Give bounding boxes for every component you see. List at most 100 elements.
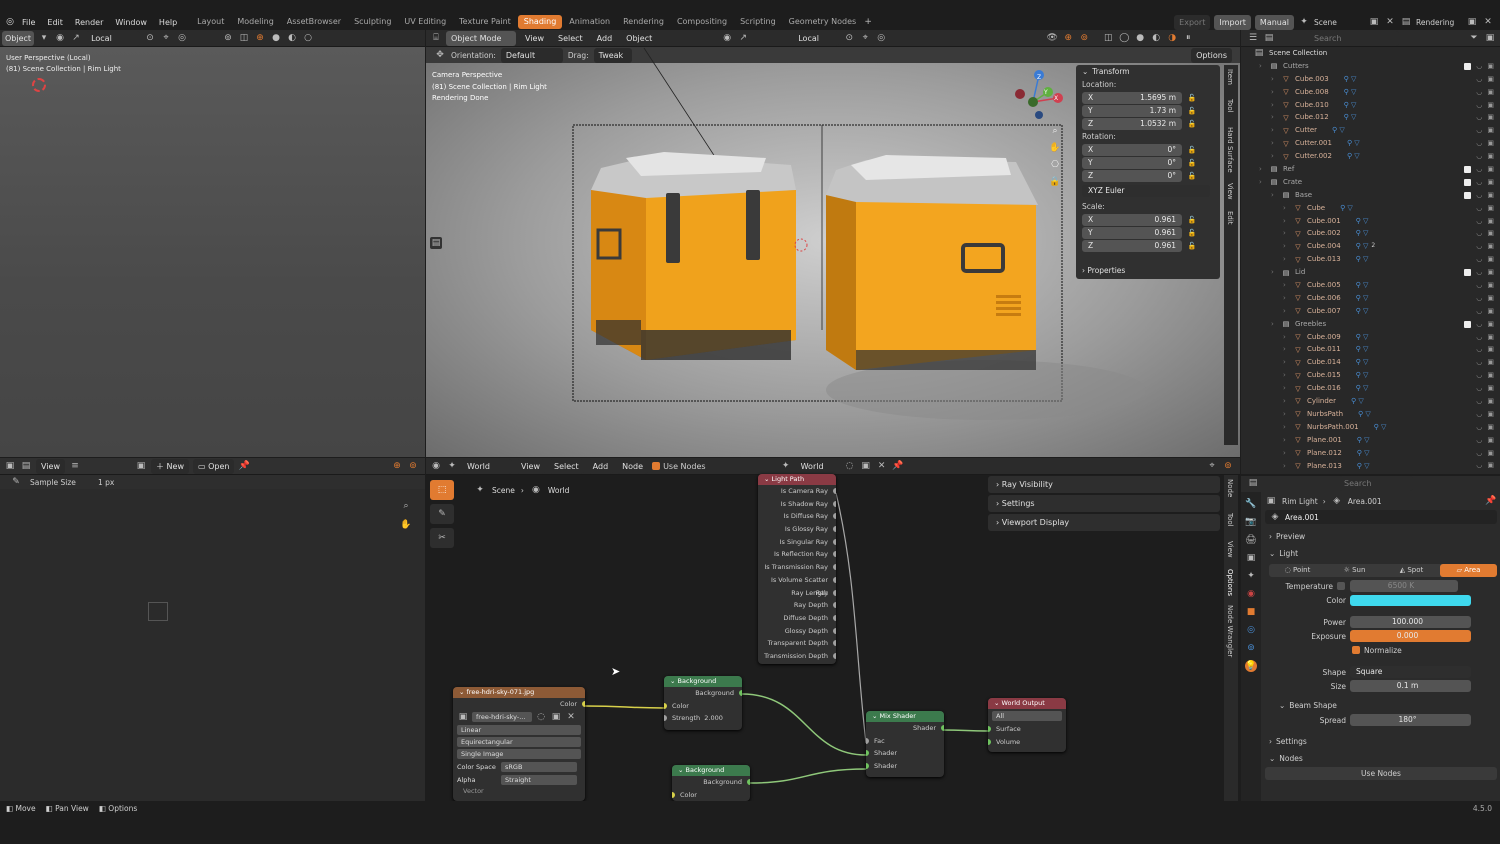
socket[interactable] bbox=[988, 738, 991, 745]
outliner-item[interactable]: › ▤ Cutters ◡ ▣ bbox=[1241, 60, 1500, 73]
expand-icon[interactable]: › bbox=[1271, 150, 1277, 163]
eye-icon[interactable]: ◡ bbox=[1476, 215, 1482, 228]
menu-help[interactable]: Help bbox=[159, 18, 177, 27]
camera-icon[interactable]: ▣ bbox=[1487, 137, 1494, 150]
camera-icon[interactable]: ▣ bbox=[1487, 73, 1494, 86]
properties-editor-icon[interactable]: ▤ bbox=[1247, 477, 1259, 489]
eye-icon[interactable]: ◡ bbox=[1476, 86, 1482, 99]
tab-node-view[interactable]: View bbox=[1226, 541, 1234, 558]
workspace-tab-rendering[interactable]: Rendering bbox=[617, 15, 670, 29]
exclude-checkbox[interactable] bbox=[1464, 178, 1472, 186]
use-nodes-button[interactable]: Use Nodes bbox=[1265, 767, 1497, 780]
socket[interactable] bbox=[833, 551, 836, 558]
eye-icon[interactable]: ◡ bbox=[1476, 60, 1482, 73]
camera-icon[interactable]: ▣ bbox=[1487, 99, 1494, 112]
projection-dropdown[interactable]: Equirectangular bbox=[457, 736, 581, 747]
tab-view[interactable]: View bbox=[1226, 183, 1234, 200]
expand-icon[interactable]: › bbox=[1271, 73, 1277, 86]
camera-icon[interactable]: ▣ bbox=[1487, 331, 1494, 344]
workspace-tab-layout[interactable]: Layout bbox=[191, 15, 230, 29]
eye-icon[interactable]: ◡ bbox=[1476, 356, 1482, 369]
camera-icon[interactable]: ▣ bbox=[1487, 408, 1494, 421]
socket[interactable] bbox=[664, 715, 667, 722]
modifier-icon[interactable]: ⚲ ▽ bbox=[1357, 447, 1370, 460]
image-name-field[interactable]: free-hdri-sky-... bbox=[472, 711, 532, 722]
outliner-item[interactable]: › ▽ Cutter.001 ⚲ ▽ ◡ ▣ bbox=[1241, 137, 1500, 150]
eye-icon[interactable]: ◡ bbox=[1476, 408, 1482, 421]
left-select-icon[interactable]: ◉ bbox=[54, 32, 66, 44]
exclude-checkbox[interactable] bbox=[1464, 191, 1472, 199]
eye-icon[interactable]: ◡ bbox=[1476, 124, 1482, 137]
socket[interactable] bbox=[739, 690, 742, 696]
left-snap-icon[interactable]: ⌖ bbox=[160, 32, 172, 44]
socket[interactable] bbox=[833, 538, 836, 545]
image-menu-view[interactable]: View bbox=[36, 458, 65, 474]
left-pivot-icon[interactable]: ⊙ bbox=[144, 32, 156, 44]
camera-icon[interactable]: ▣ bbox=[1487, 176, 1494, 189]
lock-camera-icon[interactable]: 🔒 bbox=[1049, 176, 1061, 188]
outliner-item[interactable]: › ▽ Plane.012 ⚲ ▽ ◡ ▣ bbox=[1241, 447, 1500, 460]
left-overlay-icon[interactable]: ⊚ bbox=[222, 32, 234, 44]
modifier-icon[interactable]: ⚲ ▽ bbox=[1356, 369, 1369, 382]
outliner-item[interactable]: › ▽ Cube.001 ⚲ ▽ ◡ ▣ bbox=[1241, 215, 1500, 228]
modifier-icon[interactable]: ⚲ ▽ bbox=[1356, 292, 1369, 305]
lock-icon[interactable]: 🔓 bbox=[1186, 157, 1198, 169]
camera-icon[interactable]: ▣ bbox=[1487, 447, 1494, 460]
eye-icon[interactable]: ◡ bbox=[1476, 137, 1482, 150]
eye-icon[interactable]: ◡ bbox=[1476, 253, 1482, 266]
properties-panel-header[interactable]: › Properties bbox=[1076, 263, 1220, 278]
expand-icon[interactable]: › bbox=[1271, 99, 1277, 112]
camera-icon[interactable]: ▣ bbox=[1487, 253, 1494, 266]
expand-icon[interactable]: › bbox=[1283, 395, 1289, 408]
color-space-dropdown[interactable]: sRGB bbox=[501, 762, 577, 773]
modifier-icon[interactable]: ⚲ ▽ bbox=[1344, 86, 1357, 99]
menu-edit[interactable]: Edit bbox=[47, 18, 63, 27]
location-x-field[interactable]: X 1.5695 m bbox=[1082, 91, 1182, 104]
camera-icon[interactable]: ▣ bbox=[1487, 189, 1494, 202]
image-menu-icon[interactable]: ≡ bbox=[69, 460, 81, 472]
socket[interactable] bbox=[988, 726, 991, 732]
exposure-field[interactable]: 0.000 bbox=[1350, 630, 1471, 642]
eye-icon[interactable]: ◡ bbox=[1476, 163, 1482, 176]
modifier-icon[interactable]: ⚲ ▽ bbox=[1358, 408, 1371, 421]
camera-icon[interactable]: ▣ bbox=[1487, 356, 1494, 369]
light-type-sun[interactable]: ☼ Sun bbox=[1326, 564, 1383, 577]
object-tab-icon[interactable]: ■ bbox=[1245, 606, 1257, 618]
modifier-icon[interactable]: ⚲ ▽ bbox=[1374, 421, 1387, 434]
light-data-tab-icon[interactable]: 💡 bbox=[1245, 660, 1257, 672]
camera-icon[interactable]: ▣ bbox=[1487, 395, 1494, 408]
modifier-icon[interactable]: ⚲ ▽ bbox=[1344, 99, 1357, 112]
workspace-tab-geometry-nodes[interactable]: Geometry Nodes bbox=[783, 15, 862, 29]
socket[interactable] bbox=[833, 576, 836, 583]
image-dup-icon[interactable]: ▣ bbox=[550, 711, 562, 723]
lock-icon[interactable]: 🔓 bbox=[1186, 170, 1198, 182]
eye-icon[interactable]: ◡ bbox=[1476, 189, 1482, 202]
socket[interactable] bbox=[866, 737, 869, 744]
node-editor[interactable]: ◉ ✦ World View Select Add Node Use Nodes… bbox=[426, 458, 1240, 801]
import-button[interactable]: Import bbox=[1214, 14, 1251, 30]
world-output-target[interactable]: All bbox=[992, 711, 1062, 721]
rotation-y-field[interactable]: Y 0° bbox=[1082, 156, 1182, 169]
outliner-item[interactable]: › ▽ Cube.010 ⚲ ▽ ◡ ▣ bbox=[1241, 99, 1500, 112]
outliner-item[interactable]: › ▽ Cutter ⚲ ▽ ◡ ▣ bbox=[1241, 124, 1500, 137]
tab-edit[interactable]: Edit bbox=[1226, 211, 1234, 225]
eye-icon[interactable]: ◡ bbox=[1476, 266, 1482, 279]
tab-node-tool[interactable]: Tool bbox=[1226, 513, 1234, 527]
outliner-root[interactable]: ▤ Scene Collection bbox=[1241, 47, 1500, 60]
outliner-item[interactable]: › ▽ Cutter.002 ⚲ ▽ ◡ ▣ bbox=[1241, 150, 1500, 163]
remove-view-layer-icon[interactable]: ✕ bbox=[1482, 16, 1494, 28]
camera-icon[interactable]: ▣ bbox=[1487, 124, 1494, 137]
modifier-icon[interactable]: ⚲ ▽ bbox=[1356, 343, 1369, 356]
left-viewport[interactable]: Object ▾ ◉ ↗ Local ⊙ ⌖ ◎ ⊚ ◫ ⊕ ● ◐ ○ Use… bbox=[0, 30, 425, 457]
image-unlink-icon[interactable]: ✕ bbox=[565, 711, 577, 723]
modifier-icon[interactable]: ⚲ ▽ bbox=[1356, 279, 1369, 292]
camera-icon[interactable]: ▣ bbox=[1487, 434, 1494, 447]
left-gizmo-icon[interactable]: ⊕ bbox=[254, 32, 266, 44]
background-node-1[interactable]: ⌄ Background Background Color Strength 2… bbox=[664, 676, 742, 730]
expand-icon[interactable]: › bbox=[1283, 240, 1289, 253]
modifier-icon[interactable]: ⚲ ▽ bbox=[1356, 305, 1369, 318]
outliner-item[interactable]: › ▤ Base ◡ ▣ bbox=[1241, 189, 1500, 202]
outliner-search-input[interactable]: Search bbox=[1309, 30, 1399, 46]
socket[interactable] bbox=[833, 640, 836, 647]
expand-icon[interactable]: › bbox=[1283, 202, 1289, 215]
